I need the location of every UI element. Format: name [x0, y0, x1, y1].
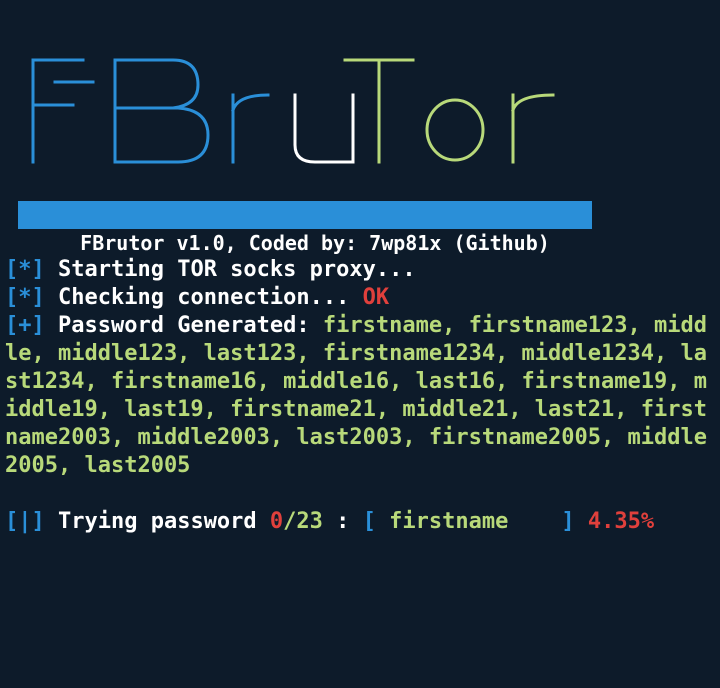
progress-prefix: [|] — [5, 509, 45, 534]
fbrutor-logo — [31, 58, 555, 164]
success-prefix: [+] — [5, 313, 45, 338]
info-prefix: [*] — [5, 257, 45, 282]
console-line-trying: [|] Trying password 0/23 : [ firstname ]… — [5, 508, 717, 536]
console-output: [*] Starting TOR socks proxy... [*] Chec… — [5, 256, 717, 536]
progress-percent: 4.35% — [574, 509, 655, 534]
bracket-open: [ — [362, 509, 376, 534]
console-line-check-connection: [*] Checking connection... OK — [5, 284, 717, 312]
console-label: Trying password — [44, 509, 270, 534]
app-title: FBrutor v1.0, Coded by: 7wp81x (Github) — [80, 231, 550, 255]
attempt-total: /23 — [283, 509, 323, 534]
separator: : — [322, 509, 363, 534]
console-line-start-tor: [*] Starting TOR socks proxy... — [5, 256, 717, 284]
candidate-password: firstname — [375, 509, 562, 534]
bracket-close: ] — [561, 509, 575, 534]
console-text: Checking connection... — [44, 285, 363, 310]
status-ok: OK — [362, 285, 390, 310]
console-line-passwords: [+] Password Generated: firstname, first… — [5, 312, 717, 480]
console-text: Starting TOR socks proxy... — [44, 257, 416, 282]
app-title-bar: FBrutor v1.0, Coded by: 7wp81x (Github) — [18, 201, 592, 255]
info-prefix: [*] — [5, 285, 45, 310]
console-label: Password Generated: — [44, 313, 323, 338]
terminal-window: FBrutor v1.0, Coded by: 7wp81x (Github) … — [0, 0, 720, 688]
attempt-current: 0 — [269, 509, 284, 534]
